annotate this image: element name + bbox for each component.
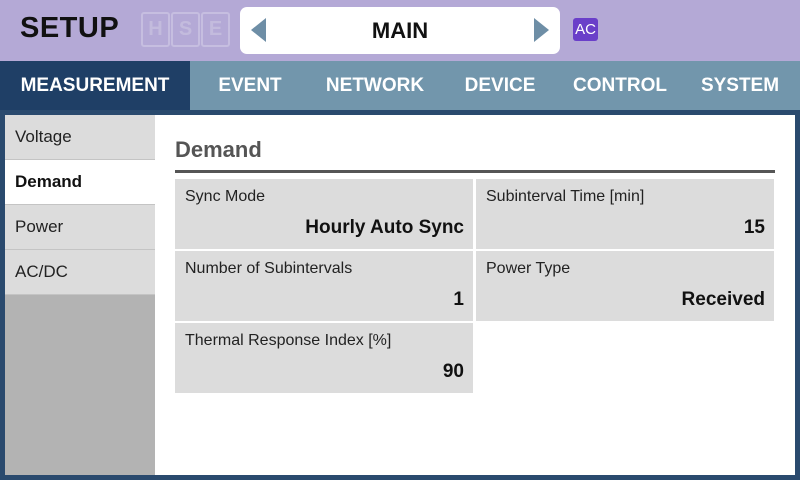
tab-event[interactable]: EVENT <box>190 61 310 110</box>
main-tabs: MEASUREMENT EVENT NETWORK DEVICE CONTROL… <box>0 61 800 110</box>
header-bar: SETUP H S E MAIN AC <box>0 0 800 61</box>
setting-value: 15 <box>743 217 765 238</box>
tab-network[interactable]: NETWORK <box>310 61 440 110</box>
indicator-h: H <box>141 12 170 47</box>
ac-badge: AC <box>573 18 598 41</box>
indicator-e: E <box>201 12 230 47</box>
setting-value: Hourly Auto Sync <box>305 217 464 238</box>
setting-value: Received <box>681 289 765 310</box>
setting-power-type[interactable]: Power Type Received <box>476 251 774 321</box>
setting-label: Number of Subintervals <box>185 260 353 277</box>
setting-label: Power Type <box>486 260 571 277</box>
setting-thermal-response-index[interactable]: Thermal Response Index [%] 90 <box>175 323 473 393</box>
content-frame: Voltage Demand Power AC/DC Demand Sync M… <box>5 115 795 475</box>
chevron-right-icon[interactable] <box>534 18 549 42</box>
section-divider <box>175 170 775 173</box>
tab-device[interactable]: DEVICE <box>440 61 560 110</box>
setting-subinterval-time[interactable]: Subinterval Time [min] 15 <box>476 179 774 249</box>
tab-system[interactable]: SYSTEM <box>680 61 800 110</box>
status-indicators: H S E <box>141 12 231 47</box>
sidebar-item-demand[interactable]: Demand <box>5 160 155 205</box>
sidebar-item-voltage[interactable]: Voltage <box>5 115 155 160</box>
tab-measurement[interactable]: MEASUREMENT <box>0 61 190 110</box>
section-title: Demand <box>175 137 262 162</box>
screen-name: MAIN <box>371 18 429 43</box>
setting-label: Thermal Response Index [%] <box>185 332 392 349</box>
setting-label: Subinterval Time [min] <box>486 188 645 205</box>
sidebar: Voltage Demand Power AC/DC <box>5 115 155 475</box>
setting-label: Sync Mode <box>185 188 266 205</box>
tab-control[interactable]: CONTROL <box>560 61 680 110</box>
setting-sync-mode[interactable]: Sync Mode Hourly Auto Sync <box>175 179 473 249</box>
screen-navigator: MAIN <box>240 7 560 54</box>
setting-number-of-subintervals[interactable]: Number of Subintervals 1 <box>175 251 473 321</box>
setting-value: 90 <box>442 361 464 382</box>
indicator-s: S <box>171 12 200 47</box>
sidebar-item-ac-dc[interactable]: AC/DC <box>5 250 155 295</box>
sidebar-item-power[interactable]: Power <box>5 205 155 250</box>
page-title: SETUP <box>20 12 120 44</box>
setting-value: 1 <box>453 289 464 310</box>
